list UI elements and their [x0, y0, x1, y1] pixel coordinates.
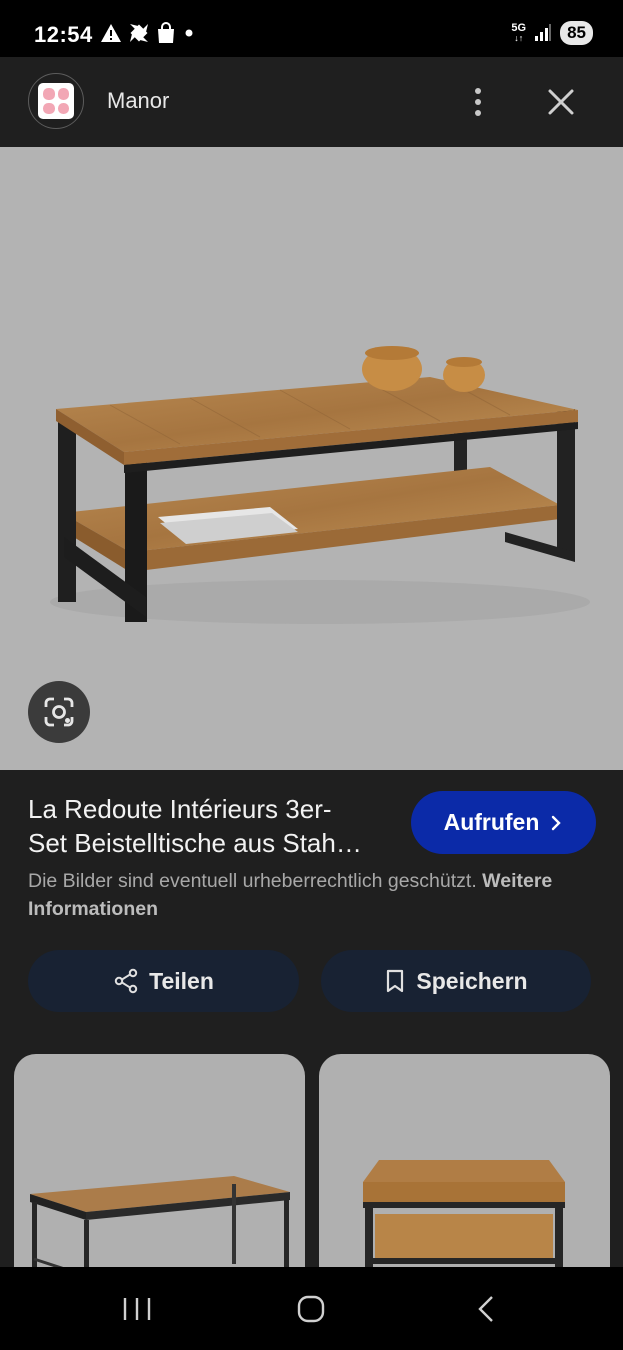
recent-apps-icon — [123, 1298, 151, 1320]
signal-icon — [535, 24, 552, 41]
share-label: Teilen — [149, 967, 214, 994]
back-button[interactable] — [456, 1281, 516, 1337]
back-icon — [478, 1296, 493, 1322]
save-label: Speichern — [416, 967, 528, 994]
pinwheel-icon — [130, 24, 148, 42]
site-favicon[interactable] — [28, 73, 84, 129]
result-title-line-1: La Redoute Intérieurs 3er- — [28, 794, 332, 824]
share-button[interactable]: Teilen — [28, 950, 299, 1012]
more-vert-icon[interactable] — [466, 83, 490, 121]
save-button[interactable]: Speichern — [321, 950, 591, 1012]
related-table-image-2 — [363, 1160, 565, 1294]
copyright-notice: Die Bilder sind eventuell urheberrechtli… — [28, 867, 598, 923]
related-image-1[interactable] — [14, 1054, 305, 1294]
home-icon — [297, 1295, 325, 1323]
result-title-line-2: Set Beistelltische aus Stah… — [28, 828, 362, 858]
related-table-image-1 — [30, 1176, 290, 1294]
system-nav-bar — [0, 1267, 623, 1350]
visit-button-label: Aufrufen — [443, 809, 540, 835]
battery-level: 85 — [560, 21, 593, 45]
network-badge: 5G ↓↑ — [511, 22, 527, 44]
system-icons: 5G ↓↑ 85 — [511, 21, 593, 45]
bookmark-icon — [387, 969, 404, 993]
status-bar: 12:54 5G ↓↑ 85 — [0, 0, 623, 57]
shopping-bag-icon — [158, 22, 174, 43]
notification-icons — [100, 22, 196, 44]
warning-icon — [101, 24, 121, 42]
related-image-2[interactable] — [319, 1054, 610, 1294]
result-title[interactable]: La Redoute Intérieurs 3er- Set Beistellt… — [28, 792, 396, 860]
result-image[interactable] — [0, 147, 623, 770]
google-lens-button[interactable] — [28, 681, 90, 743]
home-button[interactable] — [281, 1281, 341, 1337]
google-lens-icon — [44, 697, 74, 727]
chevron-right-icon — [552, 815, 562, 830]
status-time: 12:54 — [34, 22, 93, 47]
share-icon — [114, 968, 138, 994]
source-header: Manor — [0, 57, 623, 147]
close-icon[interactable] — [544, 85, 578, 119]
coffee-table-image — [50, 346, 590, 624]
recent-apps-button[interactable] — [107, 1281, 167, 1337]
site-name[interactable]: Manor — [107, 88, 169, 114]
visit-button[interactable]: Aufrufen — [411, 791, 596, 854]
manor-logo-icon — [38, 83, 74, 119]
dot-icon — [185, 29, 193, 37]
copyright-text: Die Bilder sind eventuell urheberrechtli… — [28, 870, 477, 892]
